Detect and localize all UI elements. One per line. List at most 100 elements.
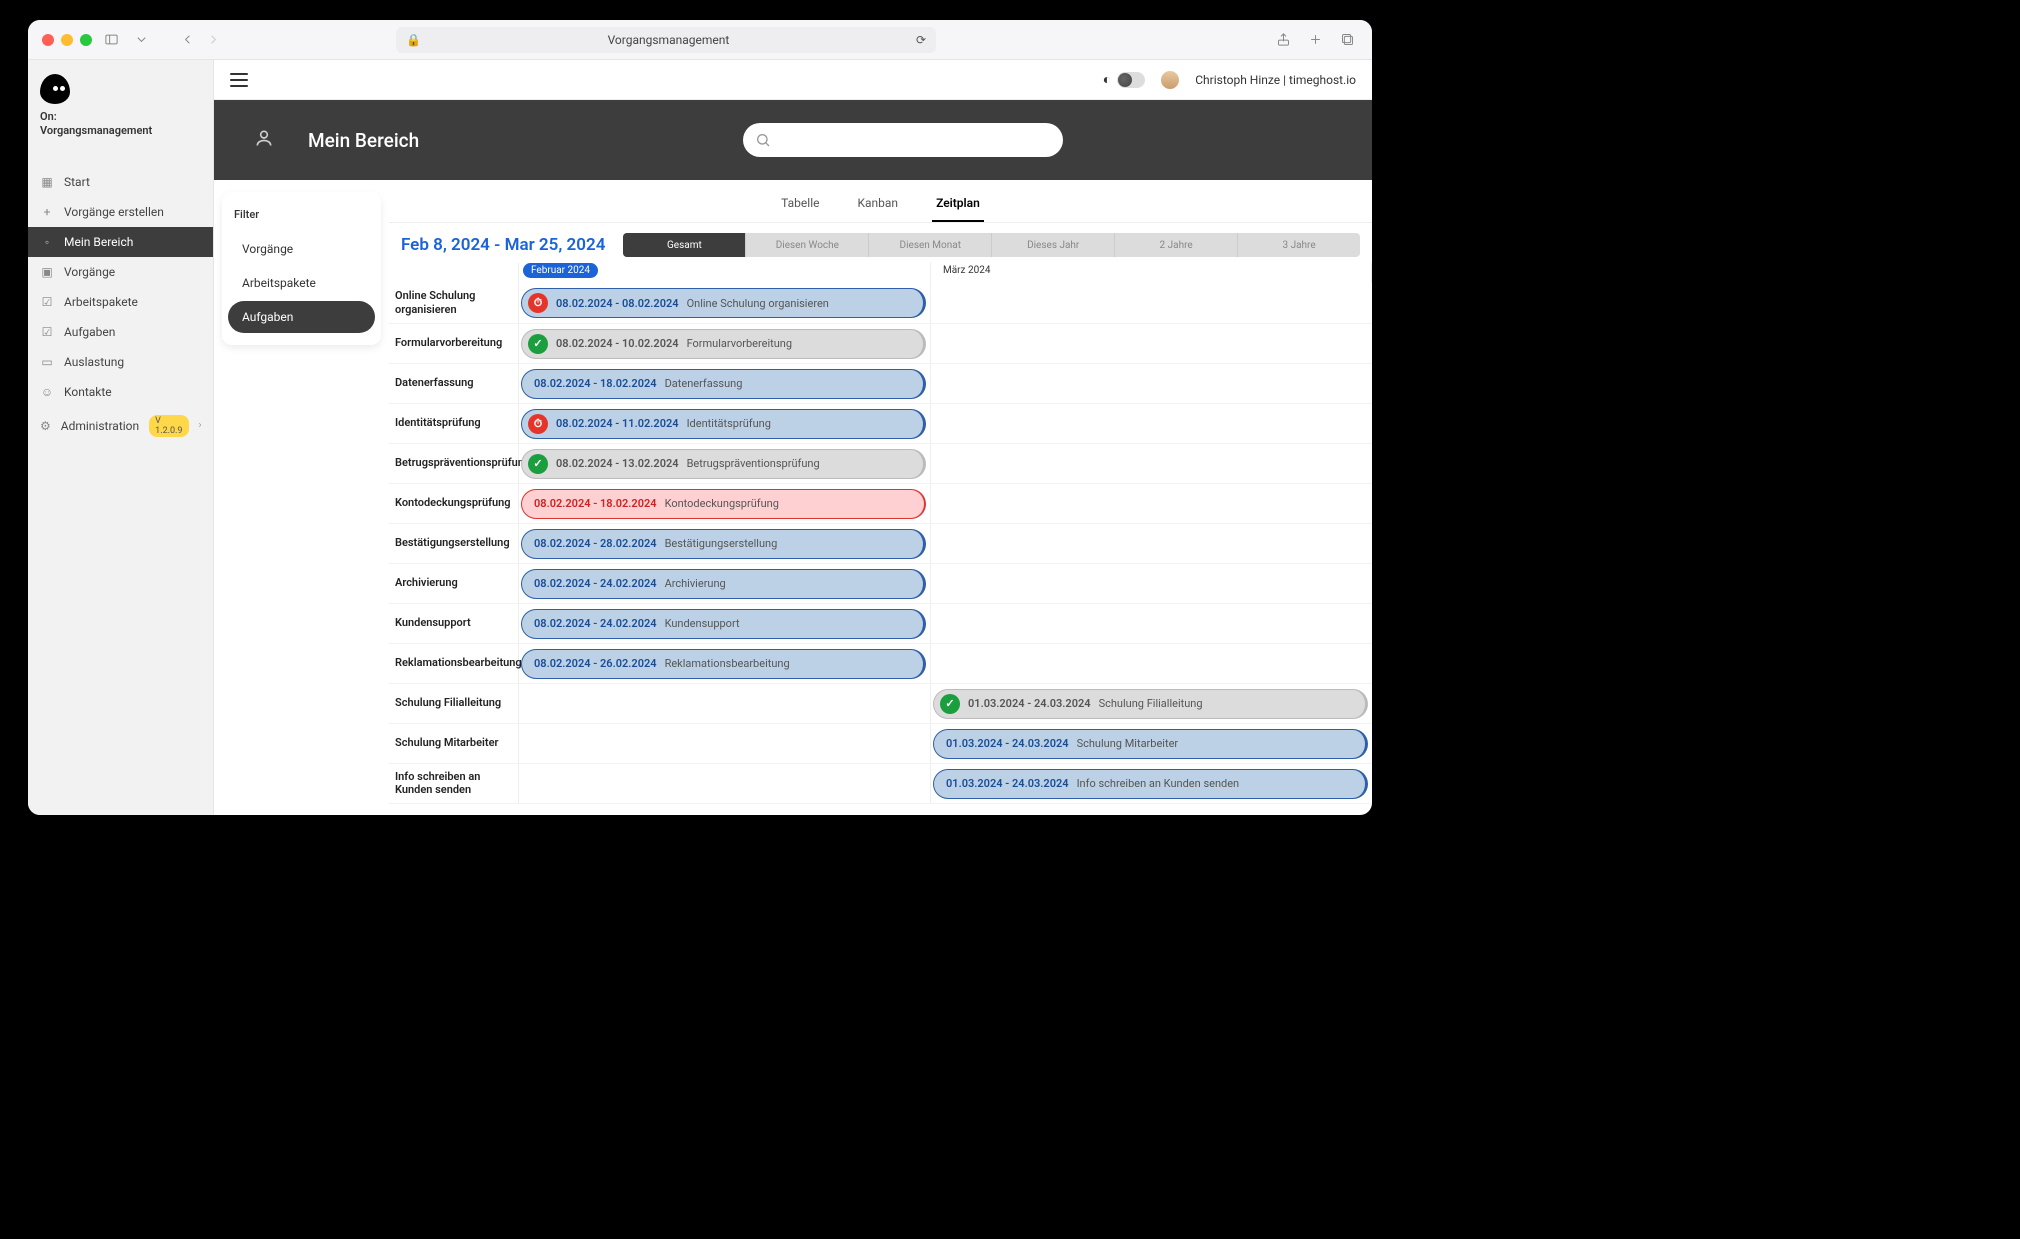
sidebar-item-0[interactable]: ▦ Start [28,167,213,197]
status-badge-icon [528,454,548,474]
task-bar[interactable]: 08.02.2024 - 28.02.2024 Bestätigungserst… [521,529,926,559]
timeline-row: Datenerfassung 08.02.2024 - 18.02.2024 D… [389,364,1372,404]
task-bar[interactable]: 01.03.2024 - 24.03.2024 Schulung Mitarbe… [933,729,1368,759]
task-dates: 08.02.2024 - 24.02.2024 [534,617,657,630]
range-segment-1[interactable]: Diesen Woche [746,233,869,257]
sidebar-item-label: Aufgaben [64,325,115,339]
minimize-window-button[interactable] [61,34,73,46]
sidebar-item-label: Arbeitspakete [64,295,138,309]
task-name: Schulung Filialleitung [1099,697,1203,710]
sidebar-item-7[interactable]: ☺ Kontakte [28,377,213,407]
tabs-icon[interactable] [1336,29,1358,51]
status-badge-icon [940,694,960,714]
range-segment-4[interactable]: 2 Jahre [1115,233,1238,257]
sidebar-item-6[interactable]: ▭ Auslastung [28,347,213,377]
task-dates: 01.03.2024 - 24.03.2024 [946,737,1069,750]
lock-icon: 🔒 [406,33,421,47]
row-label: Info schreiben an Kunden senden [389,764,519,804]
version-badge: V 1.2.0.9 [149,415,188,437]
sidebar-item-2[interactable]: ◦ Mein Bereich [28,227,213,257]
sidebar-item-icon: ▣ [40,265,54,279]
row-label: Schulung Mitarbeiter [389,724,519,763]
close-window-button[interactable] [42,34,54,46]
timeline-row: Reklamationsbearbeitung 08.02.2024 - 26.… [389,644,1372,684]
logo-block: On: Vorgangsmanagement [28,68,213,149]
task-bar[interactable]: 08.02.2024 - 18.02.2024 Datenerfassung [521,369,926,399]
sidebar-item-icon: + [40,205,54,219]
task-name: Archivierung [665,577,726,590]
sidebar-item-label: Mein Bereich [64,235,133,249]
sidebar-toggle-icon[interactable] [100,29,122,51]
filter-item-1[interactable]: Arbeitspakete [228,267,375,299]
month-label-mar: März 2024 [935,263,998,278]
task-bar[interactable]: 08.02.2024 - 08.02.2024 Online Schulung … [521,288,926,318]
filter-panel: Filter VorgängeArbeitspaketeAufgaben [214,180,389,815]
filter-title: Filter [222,202,381,231]
task-dates: 08.02.2024 - 26.02.2024 [534,657,657,670]
sidebar-on-prefix: On: [40,110,201,124]
task-bar[interactable]: 08.02.2024 - 26.02.2024 Reklamationsbear… [521,649,926,679]
new-tab-icon[interactable] [1304,29,1326,51]
theme-toggle[interactable] [1117,72,1145,88]
filter-item-2[interactable]: Aufgaben [228,301,375,333]
range-segment-5[interactable]: 3 Jahre [1238,233,1360,257]
sidebar-item-label: Kontakte [64,385,112,399]
task-bar[interactable]: 08.02.2024 - 24.02.2024 Kundensupport [521,609,926,639]
timeline-row: Schulung Mitarbeiter 01.03.2024 - 24.03.… [389,724,1372,764]
task-name: Betrugspräventionsprüfung [687,457,820,470]
task-bar[interactable]: 08.02.2024 - 11.02.2024 Identitätsprüfun… [521,409,926,439]
sidebar-item-5[interactable]: ☑ Aufgaben [28,317,213,347]
sidebar-item-icon: ▦ [40,175,54,189]
row-label: Archivierung [389,564,519,603]
task-dates: 08.02.2024 - 24.02.2024 [534,577,657,590]
traffic-lights [42,34,92,46]
sidebar-item-3[interactable]: ▣ Vorgänge [28,257,213,287]
task-dates: 01.03.2024 - 24.03.2024 [946,777,1069,790]
task-bar[interactable]: 01.03.2024 - 24.03.2024 Schulung Filiall… [933,689,1368,719]
reload-icon[interactable]: ⟳ [916,33,926,47]
row-label: Betrugspräventionsprüfung [389,444,519,483]
row-label: Kontodeckungsprüfung [389,484,519,523]
sidebar-item-icon: ◦ [40,235,54,249]
sidebar-item-1[interactable]: + Vorgänge erstellen [28,197,213,227]
status-badge-icon [528,334,548,354]
task-bar[interactable]: 08.02.2024 - 24.02.2024 Archivierung [521,569,926,599]
search-icon [755,132,771,152]
user-avatar[interactable] [1161,71,1179,89]
search-input[interactable] [743,123,1063,157]
chevron-down-icon[interactable] [130,29,152,51]
hamburger-menu-button[interactable] [230,73,248,87]
task-bar[interactable]: 01.03.2024 - 24.03.2024 Info schreiben a… [933,769,1368,799]
theme-icon: ◐ [1103,71,1111,88]
status-badge-icon [528,414,548,434]
task-name: Formularvorbereitung [687,337,792,350]
range-segment-3[interactable]: Dieses Jahr [992,233,1115,257]
filter-item-0[interactable]: Vorgänge [228,233,375,265]
share-icon[interactable] [1272,29,1294,51]
task-name: Bestätigungserstellung [665,537,778,550]
timeline-row: Betrugspräventionsprüfung 08.02.2024 - 1… [389,444,1372,484]
task-dates: 08.02.2024 - 11.02.2024 [556,417,679,430]
view-tab-kanban[interactable]: Kanban [853,190,902,222]
timeline-row: Bestätigungserstellung 08.02.2024 - 28.0… [389,524,1372,564]
view-tab-tabelle[interactable]: Tabelle [777,190,823,222]
nav-back-button[interactable] [176,29,198,51]
task-dates: 01.03.2024 - 24.03.2024 [968,697,1091,710]
task-bar[interactable]: 08.02.2024 - 18.02.2024 Kontodeckungsprü… [521,489,926,519]
task-bar[interactable]: 08.02.2024 - 13.02.2024 Betrugspräventio… [521,449,926,479]
timeline-row: Info schreiben an Kunden senden 01.03.20… [389,764,1372,805]
sidebar-item-4[interactable]: ☑ Arbeitspakete [28,287,213,317]
page-title: Vorgangsmanagement [429,33,908,47]
row-label: Kundensupport [389,604,519,643]
task-bar[interactable]: 08.02.2024 - 10.02.2024 Formularvorberei… [521,329,926,359]
range-segment-2[interactable]: Diesen Monat [869,233,992,257]
sidebar-item-8[interactable]: ⚙ Administration V 1.2.0.9 › [28,407,213,445]
maximize-window-button[interactable] [80,34,92,46]
range-segment-0[interactable]: Gesamt [623,233,746,257]
view-tab-zeitplan[interactable]: Zeitplan [932,190,984,222]
row-label: Schulung Filialleitung [389,684,519,723]
timeline-row: Online Schulung organisieren 08.02.2024 … [389,283,1372,324]
timeline-row: Identitätsprüfung 08.02.2024 - 11.02.202… [389,404,1372,444]
nav-forward-button[interactable] [202,29,224,51]
url-bar[interactable]: 🔒 Vorgangsmanagement ⟳ [396,27,936,53]
